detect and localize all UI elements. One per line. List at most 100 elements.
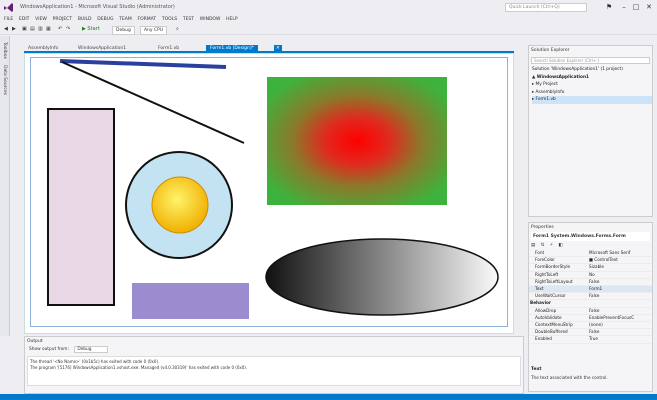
property-value[interactable]: False (589, 308, 652, 314)
property-value[interactable]: Form1 (589, 286, 652, 292)
menu-edit[interactable]: EDIT (19, 15, 29, 24)
tab-assemblyinfo[interactable]: AssemblyInfo (24, 45, 62, 53)
property-description-title: Text (531, 367, 542, 372)
menu-help[interactable]: HELP (226, 15, 237, 24)
forward-icon[interactable]: ▶ (12, 25, 16, 34)
property-value[interactable]: Microsoft Sans Serif (589, 250, 652, 256)
properties-title: Properties (531, 225, 554, 230)
purple-rectangle (132, 283, 249, 319)
menu-file[interactable]: FILE (4, 15, 13, 24)
property-row[interactable]: Enabled True (529, 336, 652, 344)
property-value[interactable]: No (589, 272, 652, 278)
property-name: Text (535, 286, 544, 292)
property-row[interactable]: AllowDrop False (529, 308, 652, 315)
menu-tools[interactable]: TOOLS (162, 15, 177, 24)
property-row[interactable]: Text Form1 (529, 286, 652, 294)
solution-search-input[interactable]: Search Solution Explorer (Ctrl+;) (531, 57, 650, 64)
output-text: The thread '<No Name>' (0x1b5c) has exit… (27, 356, 521, 386)
menu-build[interactable]: BUILD (78, 15, 92, 24)
tree-item-project[interactable]: ▲ WindowsApplication1 (532, 74, 652, 82)
quick-launch-input[interactable]: Quick Launch (Ctrl+Q) (505, 3, 587, 12)
property-name: RightToLeftLayout (535, 278, 573, 284)
tree-item-my-project[interactable]: ▸ My Project (532, 81, 652, 89)
redo-icon[interactable]: ↷ (66, 25, 70, 34)
property-row[interactable]: ContextMenuStrip (none) (529, 322, 652, 330)
data-sources-tab[interactable]: Data Sources (2, 65, 7, 95)
yellow-circle (151, 176, 209, 234)
menu-format[interactable]: FORMAT (138, 15, 157, 24)
tree-item-form1[interactable]: ▸ Form1.vb (532, 96, 652, 104)
properties-toolbar-icons[interactable]: ▤ ⇅ ⚡ ◧ (529, 241, 652, 250)
new-project-icon[interactable]: ▣ (22, 25, 27, 34)
property-row[interactable]: AutoValidate EnablePreventFocusC (529, 314, 652, 323)
property-value[interactable]: False (589, 293, 652, 299)
property-value[interactable]: False (589, 329, 652, 335)
property-row[interactable]: FormBorderStyle Sizable (529, 264, 652, 272)
properties-panel: Properties Form1 System.Windows.Forms.Fo… (528, 222, 653, 392)
start-button[interactable]: ▶ Start (82, 25, 100, 34)
save-icon[interactable]: ▥ (38, 25, 43, 34)
platform-select[interactable]: Any CPU (140, 26, 168, 35)
find-icon[interactable]: ⌕ (176, 25, 179, 34)
property-row[interactable]: RightToLeftLayout False (529, 278, 652, 287)
menu-project[interactable]: PROJECT (53, 15, 72, 24)
menu-team[interactable]: TEAM (119, 15, 132, 24)
configuration-select[interactable]: Debug (112, 26, 135, 35)
menu-test[interactable]: TEST (183, 15, 194, 24)
close-tab-icon[interactable]: ✕ (274, 45, 282, 53)
open-icon[interactable]: ▤ (30, 25, 35, 34)
menu-window[interactable]: WINDOW (200, 15, 221, 24)
property-name: Enabled (535, 336, 552, 342)
title-bar: WindowsApplication1 - Microsoft Visual S… (0, 0, 657, 15)
properties-grid: Font Microsoft Sans Serif ForeColor ■ Contr… (529, 250, 652, 344)
save-all-icon[interactable]: ▦ (46, 25, 51, 34)
output-panel: Output Show output from: Debug The threa… (24, 336, 524, 394)
property-value[interactable]: EnablePreventFocusC (589, 315, 652, 321)
minimize-button[interactable]: – (618, 2, 630, 12)
property-value[interactable]: Sizable (589, 264, 652, 270)
solution-explorer-panel: Solution Explorer Search Solution Explor… (528, 45, 653, 217)
property-row[interactable]: ForeColor ■ ControlText (529, 257, 652, 265)
menu-debug[interactable]: DEBUG (97, 15, 113, 24)
property-name: AllowDrop (535, 307, 557, 313)
property-name: UseWaitCursor (535, 293, 566, 299)
toolbox-tab[interactable]: Toolbox (2, 42, 7, 59)
menu-view[interactable]: VIEW (35, 15, 47, 24)
tree-item-assemblyinfo[interactable]: ▸ AssemblyInfo (532, 89, 652, 97)
property-description-text: The text associated with the control. (531, 375, 608, 380)
property-value[interactable]: (none) (589, 322, 652, 328)
property-name: AutoValidate (535, 314, 562, 320)
maximize-button[interactable]: □ (630, 2, 642, 12)
undo-icon[interactable]: ↶ (58, 25, 62, 34)
green-red-gradient-rectangle (267, 77, 447, 205)
notification-icon[interactable]: ⚑ (603, 2, 615, 12)
menu-bar: FILE EDIT VIEW PROJECT BUILD DEBUG TEAM … (0, 15, 657, 24)
property-name: Behavior (530, 300, 551, 306)
show-output-select[interactable]: Debug (74, 346, 109, 353)
show-output-label: Show output from: (29, 347, 69, 352)
property-row[interactable]: RightToLeft No (529, 272, 652, 279)
property-value[interactable]: False (589, 279, 652, 285)
tree-item-solution[interactable]: Solution 'WindowsApplication1' (1 projec… (532, 66, 652, 74)
property-row[interactable]: DoubleBuffered False (529, 329, 652, 337)
output-line: The program '[5176] WindowsApplication1.… (30, 365, 248, 370)
property-value[interactable] (589, 300, 652, 306)
solution-tree: Solution 'WindowsApplication1' (1 projec… (529, 66, 652, 104)
back-icon[interactable]: ◀ (4, 25, 8, 34)
visual-studio-logo-icon (4, 3, 13, 12)
close-button[interactable]: ✕ (643, 2, 655, 12)
property-name: ContextMenuStrip (535, 322, 573, 328)
property-value[interactable]: True (589, 336, 652, 342)
tab-form1-design[interactable]: Form1.vb [Design]* (206, 45, 258, 53)
property-category[interactable]: Behavior (529, 300, 652, 308)
property-value[interactable]: ■ ControlText (589, 257, 652, 263)
tab-windowsapplication1[interactable]: WindowsApplication1 (74, 45, 130, 53)
status-bar (0, 394, 657, 400)
properties-object-select[interactable]: Form1 System.Windows.Forms.Form (531, 232, 650, 241)
form-drawing (47, 59, 499, 319)
property-row[interactable]: UseWaitCursor False (529, 293, 652, 301)
solution-explorer-title: Solution Explorer (531, 48, 570, 53)
tab-form1-code[interactable]: Form1.vb (154, 45, 183, 53)
property-row[interactable]: Font Microsoft Sans Serif (529, 250, 652, 258)
property-name: ForeColor (535, 257, 555, 263)
